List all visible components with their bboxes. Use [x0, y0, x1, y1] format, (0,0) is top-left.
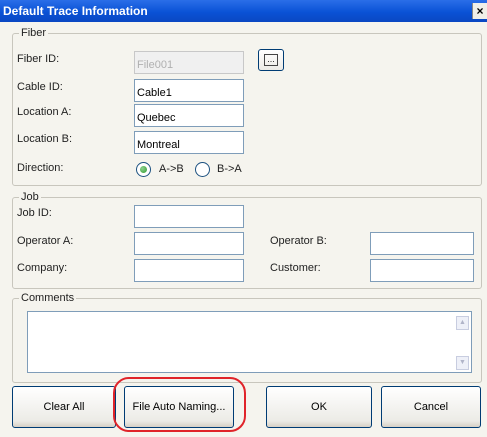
operator-b-field[interactable]: [370, 232, 474, 255]
comments-textarea[interactable]: [27, 311, 472, 373]
operator-b-label: Operator B:: [270, 235, 327, 247]
company-field[interactable]: [134, 259, 244, 282]
title-bar[interactable]: Default Trace Information ×: [0, 0, 487, 22]
fiber-id-field[interactable]: File001: [134, 51, 244, 74]
browse-button[interactable]: ...: [258, 49, 284, 71]
direction-label: Direction:: [17, 162, 64, 174]
scroll-up-icon[interactable]: ▲: [456, 316, 469, 330]
fiber-legend: Fiber: [21, 27, 47, 39]
window-title: Default Trace Information: [3, 4, 148, 18]
radio-selected-dot: [140, 166, 147, 173]
comments-legend: Comments: [21, 292, 75, 304]
location-b-label: Location B:: [17, 133, 73, 145]
job-id-label: Job ID:: [17, 207, 52, 219]
cable-id-field[interactable]: Cable1: [134, 79, 244, 102]
close-icon: ×: [476, 4, 484, 18]
location-b-field[interactable]: Montreal: [134, 131, 244, 154]
ok-button[interactable]: OK: [266, 386, 372, 428]
customer-field[interactable]: [370, 259, 474, 282]
company-label: Company:: [17, 262, 68, 274]
location-a-label: Location A:: [17, 106, 72, 118]
job-legend: Job: [21, 191, 39, 203]
trace-info-dialog: Default Trace Information × Fiber Fiber …: [0, 0, 487, 437]
ellipsis-icon: ...: [264, 54, 278, 66]
highlight-annotation: [113, 377, 246, 432]
operator-a-label: Operator A:: [17, 235, 74, 247]
cable-id-label: Cable ID:: [17, 81, 63, 93]
scroll-down-icon[interactable]: ▼: [456, 356, 469, 370]
direction-a-to-b-radio[interactable]: [136, 162, 151, 177]
clear-all-button[interactable]: Clear All: [12, 386, 116, 428]
operator-a-field[interactable]: [134, 232, 244, 255]
close-button[interactable]: ×: [472, 3, 487, 19]
direction-b-to-a-label[interactable]: B->A: [217, 163, 242, 175]
fiber-id-label: Fiber ID:: [17, 53, 60, 65]
cancel-button[interactable]: Cancel: [381, 386, 481, 428]
location-a-field[interactable]: Quebec: [134, 104, 244, 127]
job-id-field[interactable]: [134, 205, 244, 228]
fiber-group: Fiber: [12, 27, 482, 186]
direction-b-to-a-radio[interactable]: [195, 162, 210, 177]
direction-a-to-b-label[interactable]: A->B: [159, 163, 184, 175]
customer-label: Customer:: [270, 262, 321, 274]
